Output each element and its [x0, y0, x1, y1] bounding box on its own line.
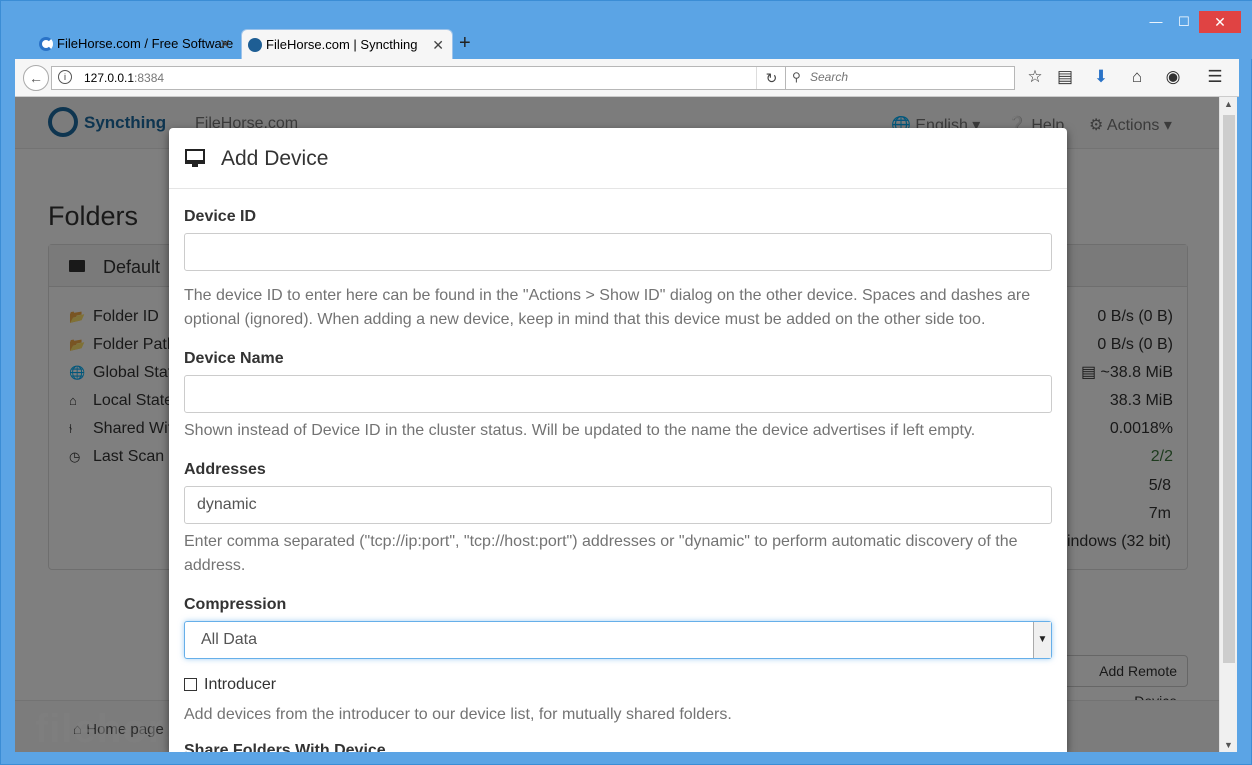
browser-window: — ☐ ✕ FileHorse.com / Free Software ✕ Fi…	[0, 0, 1252, 765]
url-text: 127.0.0.1:8384	[84, 71, 165, 85]
share-folders-label: Share Folders With Device	[184, 742, 386, 752]
chevron-down-icon[interactable]: ▼	[1033, 622, 1051, 658]
device-name-input[interactable]	[184, 375, 1052, 413]
tab-syncthing[interactable]: FileHorse.com | Syncthing ✕	[241, 29, 453, 59]
modal-title: Add Device	[221, 147, 329, 170]
tab-filehorse[interactable]: FileHorse.com / Free Software ✕	[33, 29, 239, 59]
maximize-button[interactable]: ☐	[1169, 11, 1199, 33]
device-id-help: The device ID to enter here can be found…	[184, 287, 1031, 328]
addresses-help: Enter comma separated ("tcp://ip:port", …	[184, 533, 1018, 574]
introducer-checkbox[interactable]	[184, 678, 197, 691]
scroll-down-icon[interactable]: ▼	[1224, 740, 1233, 750]
search-input[interactable]	[810, 70, 1010, 84]
tab-close-icon[interactable]: ✕	[219, 29, 231, 59]
filehorse-favicon-icon	[39, 37, 53, 51]
back-arrow-icon[interactable]: ←	[23, 65, 49, 91]
bookmark-star-icon[interactable]: ☆	[1025, 67, 1045, 87]
addresses-input[interactable]	[184, 486, 1052, 524]
url-bar[interactable]: i 127.0.0.1:8384 ↻	[51, 66, 787, 90]
download-icon[interactable]: ⬇	[1091, 67, 1111, 87]
device-id-label: Device ID	[184, 208, 257, 225]
introducer-label[interactable]: Introducer	[204, 676, 276, 694]
desktop-icon	[185, 149, 205, 167]
addresses-label: Addresses	[184, 461, 266, 478]
reading-list-icon[interactable]: ▤	[1055, 67, 1075, 87]
menu-icon[interactable]: ☰	[1205, 67, 1225, 87]
device-name-help: Shown instead of Device ID in the cluste…	[184, 422, 976, 439]
search-box[interactable]: ⚲	[785, 66, 1015, 90]
compression-value: All Data	[201, 631, 258, 648]
tab-title: FileHorse.com / Free Software	[57, 36, 234, 51]
close-window-button[interactable]: ✕	[1199, 11, 1241, 33]
syncthing-favicon-icon	[248, 38, 262, 52]
add-device-dialog: Add Device Device ID The device ID to en…	[169, 128, 1067, 752]
scroll-thumb[interactable]	[1223, 115, 1235, 663]
pocket-icon[interactable]: ◉	[1163, 67, 1183, 87]
home-icon[interactable]: ⌂	[1127, 67, 1147, 87]
device-id-input[interactable]	[184, 233, 1052, 271]
reload-icon[interactable]: ↻	[756, 67, 786, 89]
compression-select[interactable]: All Data ▼	[184, 621, 1052, 659]
search-icon: ⚲	[792, 70, 801, 84]
title-bar: — ☐ ✕ FileHorse.com / Free Software ✕ Fi…	[1, 1, 1252, 59]
minimize-button[interactable]: —	[1141, 11, 1171, 33]
scroll-up-icon[interactable]: ▲	[1224, 99, 1233, 109]
tab-title: FileHorse.com | Syncthing	[266, 37, 418, 52]
browser-toolbar: ← i 127.0.0.1:8384 ↻ ⚲ ☆ ▤ ⬇ ⌂ ◉ ☰	[15, 59, 1239, 97]
page-content: Syncthing FileHorse.com 🌐 English ▾ ❔ He…	[15, 97, 1219, 752]
page-scrollbar[interactable]: ▲ ▼	[1219, 97, 1237, 752]
info-icon[interactable]: i	[58, 70, 72, 84]
device-name-label: Device Name	[184, 350, 284, 367]
modal-header: Add Device	[169, 128, 1067, 189]
compression-label: Compression	[184, 596, 287, 613]
new-tab-icon[interactable]: +	[459, 32, 471, 55]
tab-close-icon[interactable]: ✕	[432, 30, 444, 59]
introducer-help: Add devices from the introducer to our d…	[184, 706, 732, 723]
